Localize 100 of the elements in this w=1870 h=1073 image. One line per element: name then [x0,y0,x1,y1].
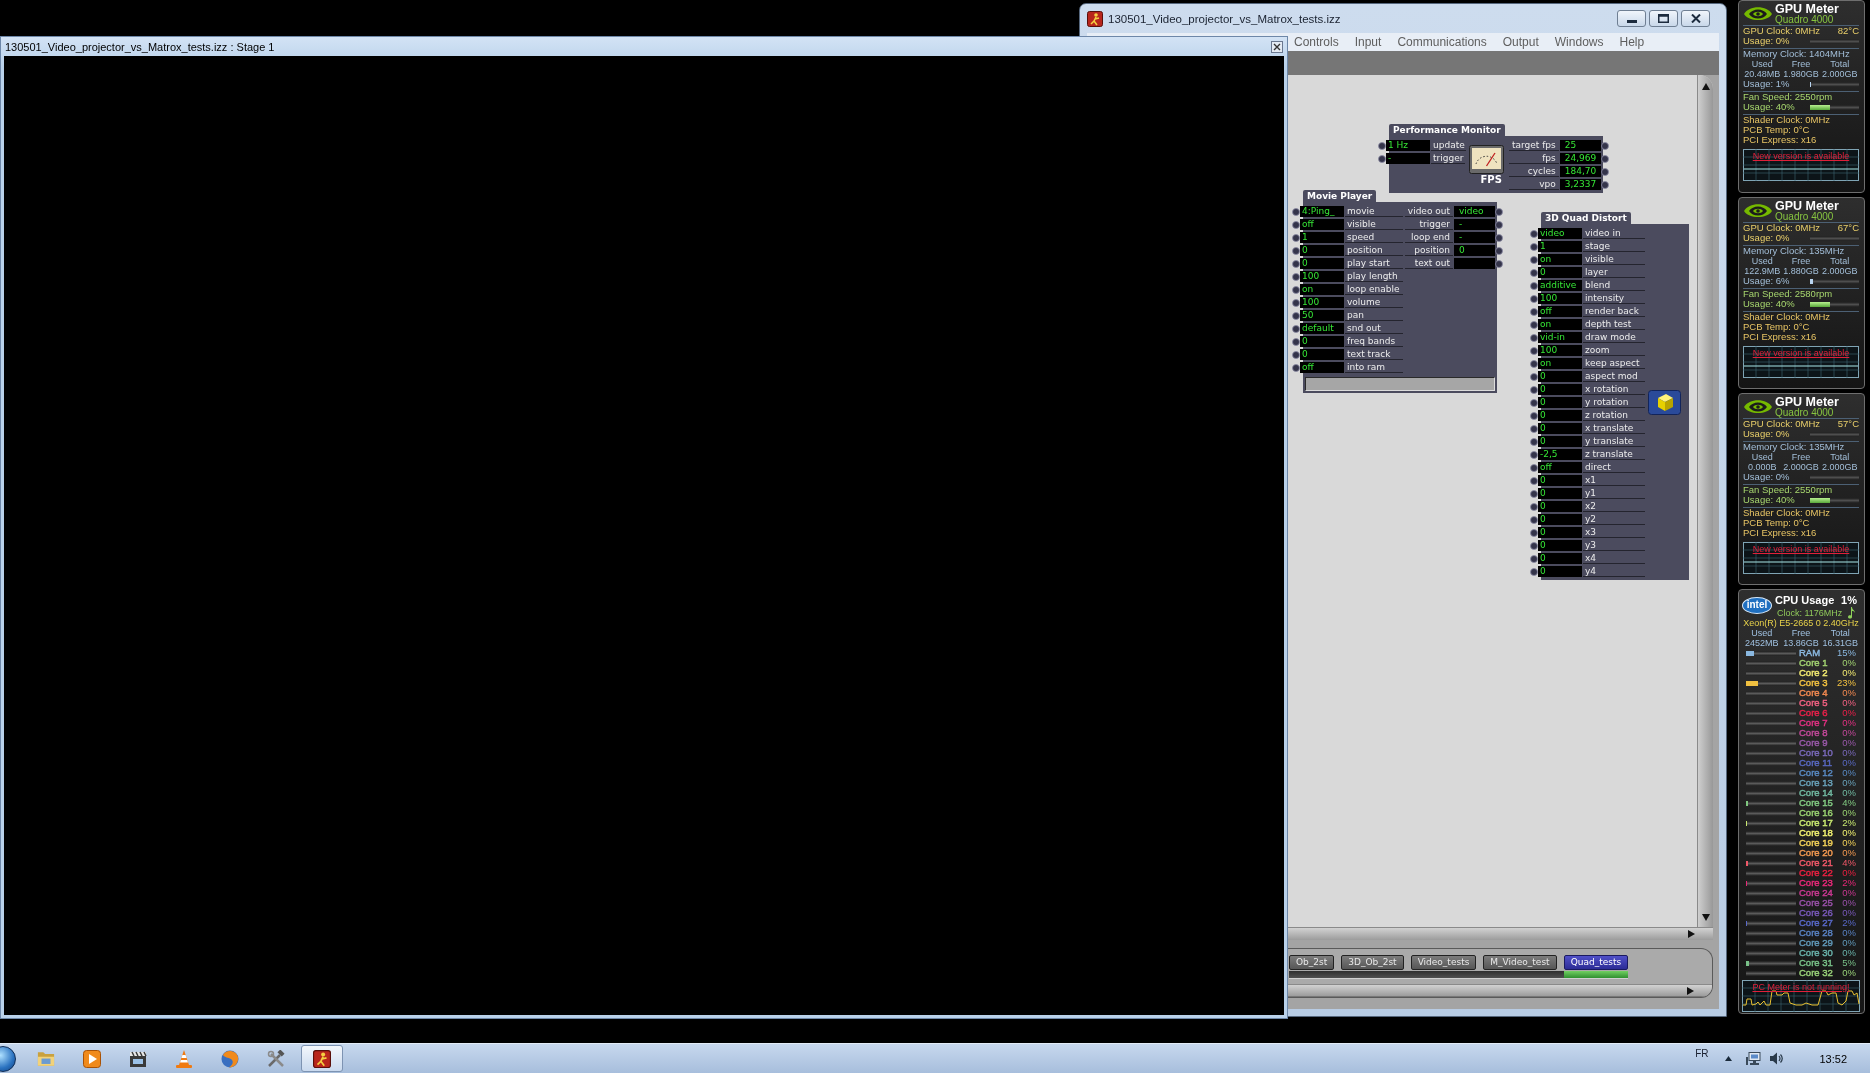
value-field[interactable]: on [1538,319,1582,330]
value-field[interactable]: 24,969 [1559,153,1601,164]
gpu-clock: GPU Clock: 0MHz [1743,26,1821,36]
property-label: direct [1583,462,1645,473]
scene-tab[interactable]: Ob_2st [1289,955,1335,970]
value-field[interactable]: 184,70 [1559,166,1601,177]
usage-percent: 0% [1842,748,1857,758]
arrow-down-icon[interactable] [1701,914,1710,921]
arrow-right-icon[interactable] [1687,986,1694,995]
horizontal-scrollbar[interactable] [1288,927,1713,940]
close-button[interactable] [1271,40,1283,53]
value-field[interactable]: 0 [1538,410,1582,421]
traffic-cone-icon [175,1049,193,1068]
horizontal-scrollbar[interactable] [1288,984,1712,997]
value-field[interactable]: 0 [1454,245,1495,256]
value-field[interactable]: 0 [1538,540,1582,551]
column-header: Free [1790,59,1812,69]
arrow-up-icon[interactable] [1701,83,1710,90]
property-label: pan [1345,310,1403,321]
value-field[interactable]: 0 [1300,258,1344,269]
tools-icon [267,1049,285,1068]
menu-item[interactable]: Communications [1389,33,1495,51]
usage-percent: 23% [1837,678,1857,688]
value-field[interactable]: 1 Hz [1386,140,1430,151]
value-field[interactable]: 0 [1538,371,1582,382]
value-field[interactable]: 0 [1538,475,1582,486]
minimize-button[interactable] [1617,10,1646,27]
value-field[interactable]: 4:Ping_ [1300,206,1344,217]
menu-item[interactable]: Help [1611,33,1653,51]
value-field[interactable]: vid-in [1538,332,1582,343]
value-field[interactable]: on [1300,284,1344,295]
value-field[interactable]: 1 [1538,241,1582,252]
menu-item[interactable]: Windows [1546,33,1612,51]
value-field[interactable]: on [1538,254,1582,265]
value-field[interactable]: off [1538,306,1582,317]
value-field[interactable]: on [1538,358,1582,369]
value-field[interactable]: 0 [1538,488,1582,499]
value-field[interactable]: off [1300,362,1344,373]
menu-item[interactable]: Input [1346,33,1390,51]
value-field[interactable]: 100 [1300,297,1344,308]
pci-express: PCI Express: x16 [1743,332,1817,342]
value-field[interactable]: video [1538,228,1582,239]
actor-title[interactable]: Performance Monitor [1389,124,1505,136]
value-field[interactable]: video [1454,206,1495,217]
value-field[interactable]: off [1300,219,1344,230]
value-field[interactable]: 1 [1300,232,1344,243]
column-header: Free [1790,452,1812,462]
scene-tab[interactable]: Quad_tests [1563,955,1629,970]
value-field[interactable]: 25 [1559,140,1601,151]
value-field[interactable]: 0 [1538,527,1582,538]
value-field[interactable]: 0 [1300,349,1344,360]
value-field[interactable]: 0 [1538,436,1582,447]
scene-tab[interactable]: 3D_Ob_2st [1341,955,1404,970]
speaker-icon[interactable] [1770,1052,1785,1065]
clock-time[interactable]: 13:52 [1819,1052,1847,1065]
music-note-icon[interactable] [1848,606,1855,619]
value-field[interactable]: 0 [1538,397,1582,408]
core-label: Core 2 [1798,668,1829,678]
menu-item[interactable]: Controls [1286,33,1347,51]
value-field[interactable]: off [1538,462,1582,473]
value-field[interactable]: 0 [1538,553,1582,564]
vertical-scrollbar[interactable] [1697,75,1713,927]
value-field[interactable]: 0 [1538,501,1582,512]
value-field[interactable] [1454,258,1495,269]
value-field[interactable]: 0 [1300,245,1344,256]
value-field[interactable]: 0 [1538,514,1582,525]
value-field[interactable]: default [1300,323,1344,334]
value-field[interactable]: 0 [1300,336,1344,347]
value-field[interactable]: - [1454,232,1495,243]
language-indicator[interactable]: FR [1695,1048,1709,1059]
value-field[interactable]: -2,5 [1538,449,1582,460]
value-field[interactable]: - [1386,153,1430,164]
scene-tab[interactable]: Video_tests [1410,955,1477,970]
value-field[interactable]: additive [1538,280,1582,291]
actor-title[interactable]: Movie Player [1303,190,1377,202]
value-field[interactable]: - [1454,219,1495,230]
value-field[interactable]: 100 [1300,271,1344,282]
core-label: Core 31 [1798,958,1834,968]
value-field[interactable]: 0 [1538,384,1582,395]
property-label: text track [1345,349,1403,360]
arrow-right-icon[interactable] [1688,930,1695,938]
close-button[interactable] [1681,10,1710,27]
restore-icon [1658,14,1669,23]
network-icon[interactable] [1746,1051,1762,1066]
actor-title[interactable]: 3D Quad Distort [1541,212,1631,224]
value-field[interactable]: 100 [1538,293,1582,304]
value-field[interactable]: 50 [1300,310,1344,321]
restore-button[interactable] [1649,10,1678,27]
value-field[interactable]: 0 [1538,566,1582,577]
value-field[interactable]: 0 [1538,423,1582,434]
menu-item[interactable]: Output [1494,33,1547,51]
gauge-icon [1468,144,1504,174]
scene-tab[interactable]: M_Video_test [1483,955,1557,970]
value-field[interactable]: 3,2337 [1559,179,1601,190]
value-field[interactable]: 0 [1538,267,1582,278]
taskbar-button[interactable] [301,1045,343,1072]
value-field[interactable]: 100 [1538,345,1582,356]
property-label: video out [1405,206,1453,217]
core-label: Core 20 [1798,848,1834,858]
chevron-up-icon[interactable] [1725,1056,1733,1061]
